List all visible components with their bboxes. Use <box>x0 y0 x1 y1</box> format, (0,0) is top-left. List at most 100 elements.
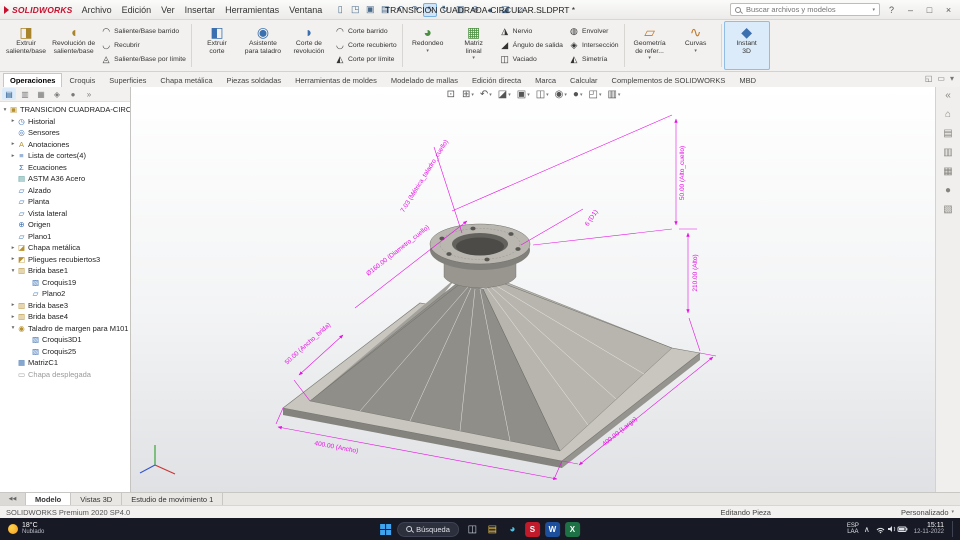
tree-item-croquis19[interactable]: ▧ Croquis19 <box>1 277 130 289</box>
model-tab[interactable]: Vistas 3D <box>71 493 123 505</box>
pane-options-icon[interactable]: ▭ <box>937 74 945 83</box>
configurationmanager-tab[interactable]: ▦ <box>34 88 48 100</box>
edge-icon[interactable]: ◕ <box>505 522 520 537</box>
menu-item[interactable]: Herramientas <box>220 3 284 17</box>
design-library-icon[interactable]: ▤ <box>943 128 952 140</box>
close-button[interactable]: × <box>941 2 956 17</box>
language-indicator[interactable]: ESP LAA <box>847 523 859 536</box>
dim-d1[interactable]: 6 (D1) <box>584 209 600 228</box>
menu-item[interactable]: Edición <box>117 3 157 17</box>
expand-arrow-icon[interactable]: ▾ <box>1 107 9 113</box>
dim-alto[interactable]: 210.00 (Alto) <box>692 254 699 291</box>
command-tab[interactable]: Complementos de SOLIDWORKS <box>605 73 733 87</box>
tree-item-plano2[interactable]: ▱ Plano2 <box>1 288 130 300</box>
extrude-cut-button[interactable]: ◧ Extruir corte <box>194 21 240 70</box>
instant3d-button[interactable]: ◆ Instant 3D <box>723 21 770 70</box>
tree-item-chapa-metalica[interactable]: ▸ ◪ Chapa metálica <box>1 242 130 254</box>
undo-icon[interactable]: ↶ <box>393 3 407 17</box>
dimxpertmanager-tab[interactable]: ◈ <box>50 88 64 100</box>
print-icon[interactable]: ▤ <box>378 3 392 17</box>
file-explorer-pane-icon[interactable]: ▥ <box>943 147 952 159</box>
view-settings-icon[interactable]: ▥ ▾ <box>605 89 622 100</box>
command-tab[interactable]: Chapa metálica <box>153 73 219 87</box>
search-input[interactable] <box>744 4 870 15</box>
expand-arrow-icon[interactable]: ▸ <box>9 141 17 147</box>
command-tab[interactable]: Herramientas de moldes <box>288 73 384 87</box>
expand-arrow-icon[interactable]: ▸ <box>9 118 17 124</box>
custom-properties-icon[interactable]: ▧ <box>943 204 952 216</box>
open-file-icon[interactable]: ◳ <box>348 3 362 17</box>
boundary-boss-button[interactable]: ◬ Saliente/Base por límite <box>101 53 186 66</box>
file-explorer-icon[interactable]: ▤ <box>485 522 500 537</box>
expand-arrow-icon[interactable]: ▸ <box>9 256 17 262</box>
loft-cut-button[interactable]: ◡ Corte recubierto <box>335 39 397 52</box>
dim-ancho[interactable]: 400.00 (Ancho) <box>314 440 359 455</box>
model-tab[interactable]: Modelo <box>26 493 72 505</box>
draft-button[interactable]: ◢ Ángulo de salida <box>500 39 563 52</box>
expand-arrow-icon[interactable]: ▸ <box>9 153 17 159</box>
command-tab[interactable]: Modelado de mallas <box>384 73 465 87</box>
menu-item[interactable]: Ver <box>156 3 180 17</box>
minimize-button[interactable]: – <box>903 2 918 17</box>
search-dropdown-icon[interactable]: ▾ <box>872 7 875 13</box>
tree-item-matrizc1[interactable]: ▦ MatrizC1 <box>1 357 130 369</box>
appearances-icon[interactable]: ● <box>483 3 497 17</box>
tree-item-part[interactable]: ▾ ▣ TRANSICION CUADRADA-CIRCULAR (D <box>1 104 130 116</box>
command-tab[interactable]: Operaciones <box>3 73 63 87</box>
tree-item-croquis3d1[interactable]: ▧ Croquis3D1 <box>1 334 130 346</box>
section-view-icon[interactable]: ◪ <box>498 3 512 17</box>
tree-item-plano1[interactable]: ▱ Plano1 <box>1 231 130 243</box>
zoom-fit-icon[interactable]: ⊡ <box>445 89 458 100</box>
previous-view-icon[interactable]: ↶ ▾ <box>478 89 494 100</box>
expand-arrow-icon[interactable]: ▾ <box>9 325 17 331</box>
measure-icon[interactable]: ⌀ <box>513 3 527 17</box>
maximize-button[interactable]: □ <box>922 2 937 17</box>
weather-widget[interactable]: 18°C Nublado <box>0 522 52 537</box>
taskbar-search[interactable]: Búsqueda <box>397 521 459 537</box>
redo-icon[interactable]: ↷ <box>408 3 422 17</box>
help-button[interactable]: ? <box>884 2 899 17</box>
shell-button[interactable]: ◫ Vaciado <box>500 53 563 66</box>
apply-scene-icon[interactable]: ◰ ▾ <box>586 89 603 100</box>
tree-item-sensores[interactable]: ◎ Sensores <box>1 127 130 139</box>
dim-alto-cuello[interactable]: 50.00 (Alto_cuello) <box>679 146 686 200</box>
tree-item-vista-lateral[interactable]: ▱ Vista lateral <box>1 208 130 220</box>
edit-appearance-icon[interactable]: ● ▾ <box>571 89 585 100</box>
tray-status-icons[interactable] <box>875 524 909 534</box>
dim-ancho-brida[interactable]: 50.00 (Ancho_brida) <box>284 322 332 367</box>
tree-item-planta[interactable]: ▱ Planta <box>1 196 130 208</box>
expand-featuremanager-icon[interactable]: ◱ <box>925 74 933 83</box>
hide-show-items-icon[interactable]: ◉ ▾ <box>553 89 569 100</box>
tree-item-origen[interactable]: ⊕ Origen <box>1 219 130 231</box>
rebuild-icon[interactable]: ↻ <box>438 3 452 17</box>
tree-item-alzado[interactable]: ▱ Alzado <box>1 185 130 197</box>
rib-button[interactable]: ◮ Nervio <box>500 25 563 38</box>
boundary-cut-button[interactable]: ◭ Corte por límite <box>335 53 397 66</box>
home-pane-icon[interactable]: ⌂ <box>945 109 951 121</box>
expand-arrow-icon[interactable]: ▾ <box>9 268 17 274</box>
extrude-boss-button[interactable]: ◨ Extruir saliente/base <box>3 21 49 70</box>
collapse-pane-icon[interactable]: « <box>945 90 951 102</box>
model-canvas[interactable]: 50.00 (Alto_cuello) 210.00 (Alto) 7.03 (… <box>131 87 936 492</box>
fillet-button[interactable]: ◕ Redondeo ▾ <box>405 21 451 70</box>
tree-item-croquis25[interactable]: ▧ Croquis25 <box>1 346 130 358</box>
command-tab[interactable]: Piezas soldadas <box>220 73 289 87</box>
section-view-icon[interactable]: ◪ ▾ <box>496 89 513 100</box>
loft-boss-button[interactable]: ◡ Recubrir <box>101 39 186 52</box>
menu-item[interactable]: Archivo <box>77 3 117 17</box>
expand-arrow-icon[interactable]: ▸ <box>9 314 17 320</box>
solidworks-logo[interactable]: SOLIDWORKS <box>4 5 73 15</box>
view-orientation-icon[interactable]: ▣ ▾ <box>515 89 532 100</box>
wrap-button[interactable]: ◍ Envolver <box>569 25 619 38</box>
options-gear-icon[interactable]: ⊛ <box>468 3 482 17</box>
tree-item-lista-cortes[interactable]: ▸ ≡ Lista de cortes(4) <box>1 150 130 162</box>
tree-item-historial[interactable]: ▸ ◷ Historial <box>1 116 130 128</box>
curves-button[interactable]: ∿ Curvas ▾ <box>673 21 719 70</box>
linear-pattern-button[interactable]: ▦ Matriz lineal ▾ <box>451 21 497 70</box>
word-icon[interactable]: W <box>544 521 560 537</box>
excel-icon[interactable]: X <box>564 521 580 537</box>
appearances-pane-icon[interactable]: ● <box>945 185 951 197</box>
tree-item-chapa-desplegada[interactable]: ▭ Chapa desplegada <box>1 369 130 381</box>
clock-widget[interactable]: 15:11 12-11-2022 <box>914 522 944 537</box>
start-button[interactable] <box>380 523 392 535</box>
